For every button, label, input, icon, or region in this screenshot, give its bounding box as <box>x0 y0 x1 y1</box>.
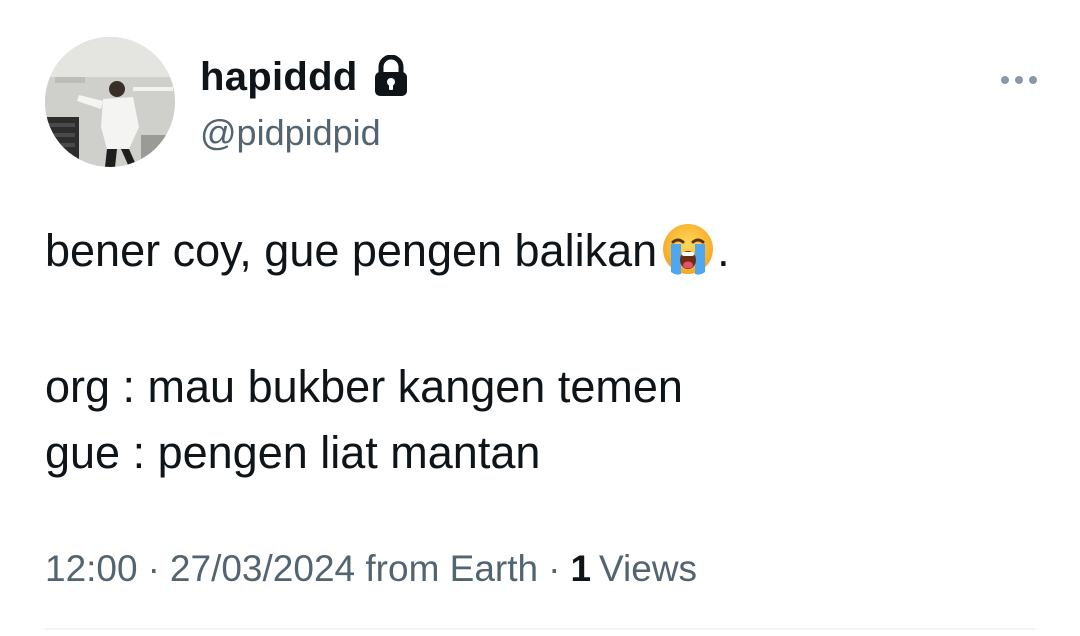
meta-separator: · <box>147 548 160 589</box>
views-link[interactable]: 1 Views <box>570 548 697 589</box>
tweet-meta: 12:00 · 27/03/2024 from Earth · 1 Views <box>45 545 697 593</box>
tweet: hapiddd @pidpidpid bener coy, gue pengen… <box>0 0 1080 636</box>
more-horizontal-icon-dot <box>1029 76 1037 84</box>
tweet-line-3: gue : pengen liat mantan <box>45 427 541 478</box>
tweet-line-2: org : mau bukber kangen temen <box>45 361 683 412</box>
tweet-line-1: bener coy, gue pengen balikan . <box>45 218 1045 284</box>
tweet-text: bener coy, gue pengen balikan . org : ma… <box>45 218 1045 486</box>
tweet-line-1-end: . <box>717 225 730 276</box>
avatar-photo-icon <box>45 37 175 167</box>
tweet-time[interactable]: 12:00 <box>45 548 138 589</box>
views-label: Views <box>599 548 698 589</box>
tweet-source: from Earth <box>365 548 539 589</box>
tweet-line-1-text: bener coy, gue pengen balikan <box>45 225 658 276</box>
more-horizontal-icon-dot <box>1015 76 1023 84</box>
avatar[interactable] <box>45 37 175 167</box>
more-options-button[interactable] <box>995 62 1043 98</box>
display-name[interactable]: hapiddd <box>200 52 358 102</box>
views-count: 1 <box>570 548 592 589</box>
more-horizontal-icon <box>1001 76 1009 84</box>
tweet-date[interactable]: 27/03/2024 <box>170 548 355 589</box>
display-name-row: hapiddd <box>200 52 410 102</box>
lock-icon <box>374 55 407 96</box>
meta-separator-2: · <box>548 548 561 589</box>
loudly-crying-face-emoji <box>663 224 714 275</box>
divider <box>45 628 1035 630</box>
user-handle[interactable]: @pidpidpid <box>200 110 381 156</box>
